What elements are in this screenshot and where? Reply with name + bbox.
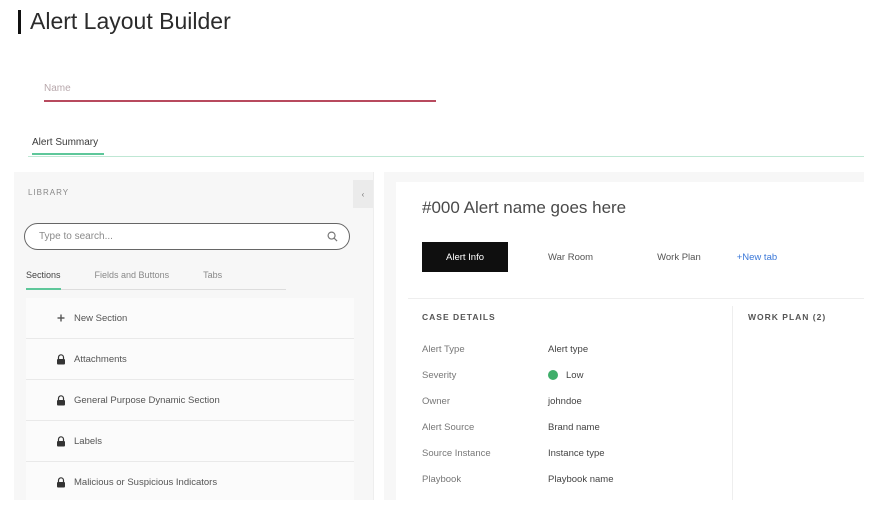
table-row: Alert Type Alert type [422, 336, 722, 362]
page-title: Alert Layout Builder [18, 8, 231, 35]
case-details-section[interactable]: CASE DETAILS Alert Type Alert type Sever… [422, 312, 722, 492]
name-input[interactable] [44, 76, 436, 102]
tab-alert-summary[interactable]: Alert Summary [32, 137, 98, 148]
lock-icon [54, 353, 68, 365]
list-item[interactable]: Attachments [26, 339, 354, 380]
field-value: Brand name [548, 421, 600, 433]
list-item[interactable]: New Section [26, 298, 354, 339]
field-key: Playbook [422, 473, 462, 485]
collapse-panel-button[interactable]: ‹ [353, 180, 373, 208]
severity-leaf-icon [548, 370, 558, 380]
tab-work-plan[interactable]: Work Plan [633, 242, 725, 272]
plus-icon [54, 314, 68, 322]
severity-text: Low [566, 369, 584, 381]
work-plan-header[interactable]: WORK PLAN (2) [748, 312, 826, 322]
table-row: Severity Low [422, 362, 722, 388]
tab-tabs[interactable]: Tabs [203, 268, 222, 289]
chevron-left-icon: ‹ [361, 189, 365, 199]
list-item-label: General Purpose Dynamic Section [74, 394, 220, 406]
section-divider [408, 298, 864, 299]
library-panel: LIBRARY ‹ Sections Fields and Buttons Ta… [14, 172, 374, 500]
table-row: Owner johndoe [422, 388, 722, 414]
field-key: Severity [422, 369, 457, 381]
field-key: Alert Source [422, 421, 475, 433]
library-label: LIBRARY [28, 188, 70, 197]
field-key: Source Instance [422, 447, 491, 459]
alert-title: #000 Alert name goes here [422, 198, 627, 217]
table-row: Alert Source Brand name [422, 414, 722, 440]
field-value: Playbook name [548, 473, 614, 485]
list-item[interactable]: Labels [26, 421, 354, 462]
tab-active-indicator [32, 153, 104, 155]
list-item-label: Labels [74, 435, 102, 447]
search-input[interactable] [39, 231, 325, 242]
table-row: Source Instance Instance type [422, 440, 722, 466]
field-value: johndoe [548, 395, 582, 407]
search-icon[interactable] [325, 230, 339, 244]
severity-value: Low [548, 370, 583, 381]
library-search[interactable] [24, 223, 350, 250]
library-tabs: Sections Fields and Buttons Tabs [26, 268, 286, 290]
lock-icon [54, 435, 68, 447]
tab-fields-and-buttons[interactable]: Fields and Buttons [95, 268, 170, 289]
lock-icon [54, 394, 68, 406]
table-row: Playbook Playbook name [422, 466, 722, 492]
list-item[interactable]: Malicious or Suspicious Indicators [26, 462, 354, 500]
title-accent-bar [18, 9, 21, 34]
alert-preview-card: #000 Alert name goes here Alert Info War… [396, 182, 864, 500]
field-value: Alert type [548, 343, 589, 355]
alert-tabs: Alert Info War Room Work Plan +New tab [422, 242, 797, 272]
tab-sections[interactable]: Sections [26, 268, 61, 290]
field-value: Instance type [548, 447, 605, 459]
list-item-label: Attachments [74, 353, 127, 365]
tab-war-room[interactable]: War Room [524, 242, 617, 272]
list-item-label: Malicious or Suspicious Indicators [74, 476, 218, 488]
lock-icon [54, 476, 68, 488]
page-title-text: Alert Layout Builder [30, 8, 231, 34]
library-list: New Section Attachments General Purpose … [26, 298, 354, 500]
tab-bar-divider [28, 156, 864, 157]
case-details-header: CASE DETAILS [422, 312, 496, 322]
tab-alert-info[interactable]: Alert Info [422, 242, 509, 272]
list-item[interactable]: General Purpose Dynamic Section [26, 380, 354, 421]
list-item-label: New Section [74, 312, 128, 324]
layout-preview-area: #000 Alert name goes here Alert Info War… [384, 172, 864, 500]
column-divider [732, 306, 733, 500]
new-tab-link[interactable]: +New tab [733, 242, 781, 272]
field-key: Alert Type [422, 343, 465, 355]
field-key: Owner [422, 395, 450, 407]
